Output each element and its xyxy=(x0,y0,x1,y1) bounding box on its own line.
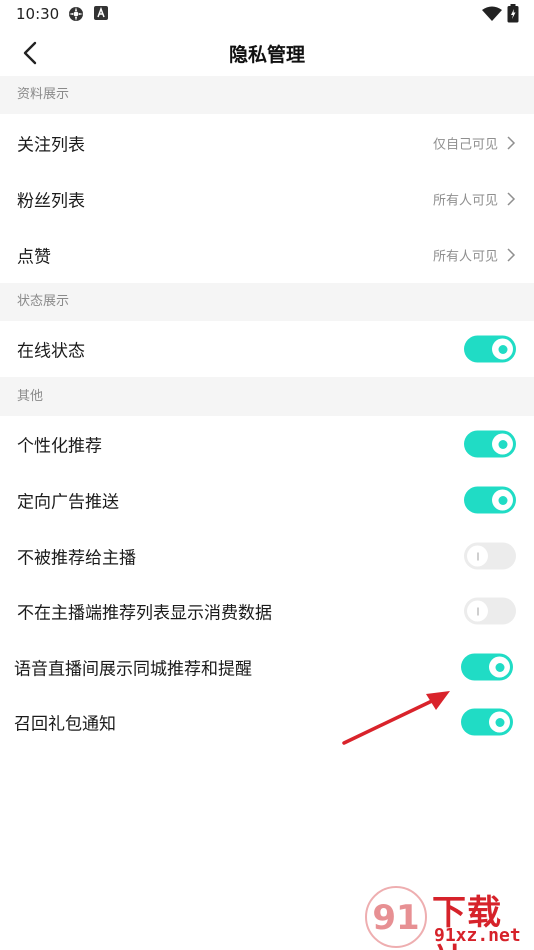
row-online-status: 在线状态 xyxy=(0,321,534,377)
status-time: 10:30 xyxy=(16,5,60,23)
row-label: 个性化推荐 xyxy=(17,436,102,457)
section-header-other: 其他 xyxy=(0,377,534,416)
row-value: 所有人可见 xyxy=(432,193,498,209)
row-label: 在线状态 xyxy=(17,341,85,362)
row-targeted-ads: 定向广告推送 xyxy=(0,472,534,528)
chevron-right-icon xyxy=(507,192,516,206)
row-label: 不在主播端推荐列表显示消费数据 xyxy=(17,603,272,624)
hide-spending-data-toggle[interactable] xyxy=(464,597,516,625)
wifi-icon xyxy=(482,6,502,21)
toggle-knob xyxy=(489,656,510,678)
toggle-knob xyxy=(492,433,513,455)
row-label: 关注列表 xyxy=(17,135,85,156)
targeted-ads-toggle[interactable] xyxy=(464,486,516,514)
watermark-logo-text: 91 xyxy=(372,898,419,938)
row-value: 仅自己可见 xyxy=(432,137,498,153)
row-label: 召回礼包通知 xyxy=(14,714,116,735)
row-label: 点赞 xyxy=(17,247,51,268)
online-status-toggle[interactable] xyxy=(464,335,516,363)
toggle-knob xyxy=(467,545,488,567)
row-hide-spending-data: 不在主播端推荐列表显示消费数据 xyxy=(0,583,534,639)
page-title: 隐私管理 xyxy=(228,44,305,66)
row-label: 粉丝列表 xyxy=(17,191,85,212)
battery-icon xyxy=(507,4,519,23)
recall-gift-notification-toggle[interactable] xyxy=(461,708,513,736)
row-label: 定向广告推送 xyxy=(17,492,119,513)
toggle-knob xyxy=(492,338,513,360)
toggle-knob xyxy=(492,489,513,511)
row-not-recommended-to-hosts: 不被推荐给主播 xyxy=(0,528,534,584)
row-label: 不被推荐给主播 xyxy=(17,548,136,569)
a-icon xyxy=(94,6,108,20)
row-value: 所有人可见 xyxy=(432,249,498,265)
app-header: 隐私管理 xyxy=(0,28,534,76)
watermark-url: 91xz.net xyxy=(434,925,521,946)
toggle-knob xyxy=(467,600,488,622)
annotation-arrow-icon xyxy=(342,691,450,745)
row-following-list[interactable]: 关注列表 仅自己可见 xyxy=(0,115,534,171)
watermark-logo-icon: 91 xyxy=(365,886,427,948)
same-city-recommendation-toggle[interactable] xyxy=(461,653,513,681)
section-header-status-display: 状态展示 xyxy=(0,283,534,321)
section-header-profile-display: 资料展示 xyxy=(0,76,534,114)
row-likes[interactable]: 点赞 所有人可见 xyxy=(0,227,534,283)
not-recommended-to-hosts-toggle[interactable] xyxy=(464,542,516,570)
status-bar: 10:30 xyxy=(0,0,534,28)
row-personalized-recommendation: 个性化推荐 xyxy=(0,416,534,472)
chevron-right-icon xyxy=(507,136,516,150)
row-fans-list[interactable]: 粉丝列表 所有人可见 xyxy=(0,171,534,227)
gear-icon xyxy=(69,7,83,21)
personalized-recommendation-toggle[interactable] xyxy=(464,430,516,458)
toggle-knob xyxy=(489,711,510,733)
row-label: 语音直播间展示同城推荐和提醒 xyxy=(14,659,252,680)
watermark: 91 下载站 91xz.net xyxy=(360,883,534,950)
chevron-right-icon xyxy=(507,248,516,262)
